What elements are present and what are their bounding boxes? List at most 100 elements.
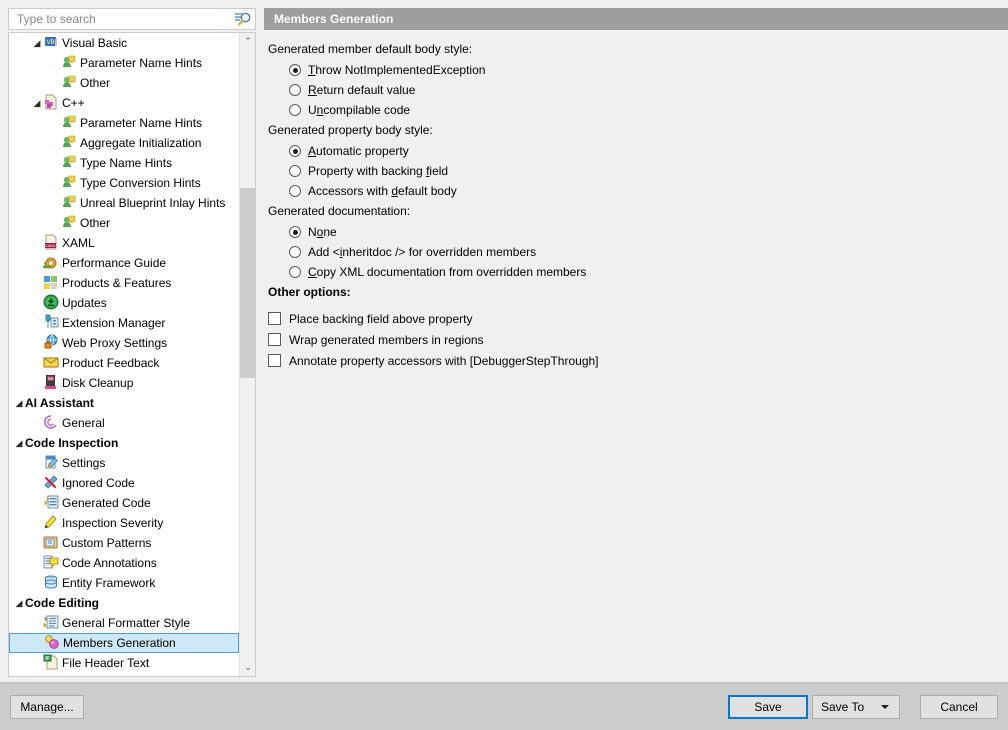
option-label-pre: Add < — [308, 245, 340, 259]
scroll-up-icon[interactable]: ⌃ — [240, 33, 255, 50]
radio-button[interactable] — [289, 64, 301, 76]
radio-option[interactable]: Property with backing field — [289, 161, 448, 181]
tree-item-label: AI Assistant — [25, 396, 94, 410]
tree-item[interactable]: File Header Text — [9, 653, 239, 673]
radio-option[interactable]: Return default value — [289, 80, 415, 100]
option-group-label: Generated documentation: — [268, 204, 411, 218]
tree-item[interactable]: Entity Framework — [9, 573, 239, 593]
tree-item[interactable]: Parameter Name Hints — [9, 53, 239, 73]
xaml-icon: XAML — [43, 234, 59, 250]
search-box[interactable] — [8, 8, 256, 30]
radio-button[interactable] — [289, 185, 301, 197]
tree-item[interactable]: Type Name Hints — [9, 153, 239, 173]
tree-item[interactable]: General — [9, 413, 239, 433]
expander-icon[interactable]: ◢ — [13, 433, 25, 453]
option-label-post: eturn default value — [316, 83, 416, 97]
updates-icon — [43, 294, 59, 310]
expander-icon[interactable]: ◢ — [13, 593, 25, 613]
tree-item[interactable]: Generated Code — [9, 493, 239, 513]
radio-button[interactable] — [289, 145, 301, 157]
tree-item[interactable]: Web Proxy Settings — [9, 333, 239, 353]
tree-item[interactable]: Other — [9, 213, 239, 233]
search-icon[interactable] — [234, 11, 252, 27]
radio-button[interactable] — [289, 226, 301, 238]
radio-option[interactable]: None — [289, 222, 337, 242]
option-label: Wrap generated members in regions — [289, 330, 484, 350]
tree-item-label: Other — [80, 76, 111, 90]
extension-manager-icon — [43, 314, 59, 330]
tree-item[interactable]: Products & Features — [9, 273, 239, 293]
save-to-button[interactable]: Save To — [812, 695, 900, 719]
tree-item-label: Unreal Blueprint Inlay Hints — [80, 196, 226, 210]
tree-item[interactable]: Other — [9, 73, 239, 93]
tree-item[interactable]: ◢ C++ — [9, 93, 239, 113]
tree-item[interactable]: Product Feedback — [9, 353, 239, 373]
radio-button[interactable] — [289, 165, 301, 177]
option-label-post: hrow NotImplementedException — [315, 63, 486, 77]
tree-item[interactable]: Inspection Severity — [9, 513, 239, 533]
option-label: Throw NotImplementedException — [308, 60, 485, 80]
tree-item-label: Updates — [62, 296, 107, 310]
tree-item[interactable]: Unreal Blueprint Inlay Hints — [9, 193, 239, 213]
tree-item[interactable]: ◢ Code Editing — [9, 593, 239, 613]
tree-item[interactable]: ◢ AI Assistant — [9, 393, 239, 413]
expander-icon[interactable]: ◢ — [31, 93, 43, 113]
tree-item[interactable]: Settings — [9, 453, 239, 473]
tree-item[interactable]: Custom Patterns — [9, 533, 239, 553]
scrollbar-thumb[interactable] — [240, 188, 255, 378]
radio-option[interactable]: Accessors with default body — [289, 181, 457, 201]
svg-text:R#: R# — [48, 376, 54, 381]
inlay-hints-icon — [61, 174, 77, 190]
radio-option[interactable]: Add <inheritdoc /> for overridden member… — [289, 242, 536, 262]
settings-tree[interactable]: ◢ VB Visual Basic Parameter Name Hints Other… — [8, 32, 256, 677]
option-group-label: Other options: — [268, 285, 351, 299]
checkbox-option[interactable]: Place backing field above property — [268, 309, 472, 329]
tree-item[interactable]: General Formatter Style — [9, 613, 239, 633]
tree-scrollbar[interactable]: ⌃ ⌄ — [239, 33, 255, 676]
option-accelerator: C — [308, 265, 317, 279]
envelope-icon — [43, 354, 59, 370]
tree-item[interactable]: XAML XAML — [9, 233, 239, 253]
tree-item[interactable]: Code Annotations — [9, 553, 239, 573]
tree-item-label: Code Annotations — [62, 556, 157, 570]
code-annotations-icon — [43, 554, 59, 570]
search-input[interactable] — [9, 9, 233, 29]
svg-text:XAML: XAML — [45, 243, 57, 248]
tree-item[interactable]: Aggregate Initialization — [9, 133, 239, 153]
tree-item[interactable]: Performance Guide — [9, 253, 239, 273]
radio-button[interactable] — [289, 266, 301, 278]
radio-button[interactable] — [289, 104, 301, 116]
option-group-label: Generated property body style: — [268, 123, 433, 137]
tree-item[interactable]: Updates — [9, 293, 239, 313]
tree-item-label: Products & Features — [62, 276, 172, 290]
expander-icon[interactable]: ◢ — [31, 33, 43, 53]
tree-item[interactable]: Ignored Code — [9, 473, 239, 493]
tree-item[interactable]: Type Conversion Hints — [9, 173, 239, 193]
tree-item[interactable]: Extension Manager — [9, 313, 239, 333]
cancel-button[interactable]: Cancel — [920, 695, 998, 719]
scroll-down-icon[interactable]: ⌄ — [240, 659, 255, 676]
tree-item-label: Code Editing — [25, 596, 99, 610]
expander-icon[interactable]: ◢ — [13, 393, 25, 413]
checkbox[interactable] — [268, 354, 281, 367]
option-label: Place backing field above property — [289, 309, 472, 329]
checkbox-option[interactable]: Annotate property accessors with [Debugg… — [268, 351, 599, 371]
radio-option[interactable]: Copy XML documentation from overridden m… — [289, 262, 586, 282]
checkbox[interactable] — [268, 312, 281, 325]
tree-item-selected[interactable]: Members Generation — [9, 633, 239, 653]
radio-button[interactable] — [289, 246, 301, 258]
tree-item[interactable]: ◢ VB Visual Basic — [9, 33, 239, 53]
radio-option[interactable]: Automatic property — [289, 141, 409, 161]
checkbox[interactable] — [268, 333, 281, 346]
tree-item[interactable]: ◢ Code Inspection — [9, 433, 239, 453]
checkbox-option[interactable]: Wrap generated members in regions — [268, 330, 484, 350]
tree-item[interactable]: Parameter Name Hints — [9, 113, 239, 133]
manage-button[interactable]: Manage... — [10, 695, 84, 719]
save-button[interactable]: Save — [728, 695, 808, 719]
tree-item[interactable]: R# Disk Cleanup — [9, 373, 239, 393]
radio-button[interactable] — [289, 84, 301, 96]
radio-option[interactable]: Throw NotImplementedException — [289, 60, 485, 80]
generated-code-icon — [43, 494, 59, 510]
radio-option[interactable]: Uncompilable code — [289, 100, 410, 120]
option-group-label: Generated member default body style: — [268, 42, 473, 56]
